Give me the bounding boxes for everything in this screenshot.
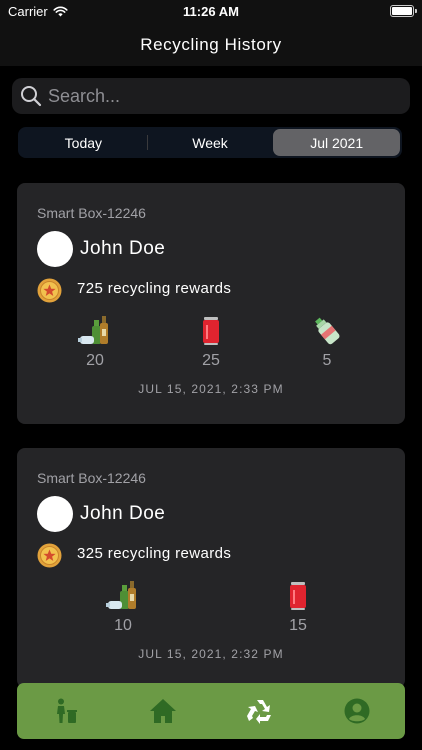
plastic-bottle-icon bbox=[315, 317, 340, 345]
segment-month[interactable]: Jul 2021 bbox=[273, 129, 401, 156]
clock: 11:26 AM bbox=[183, 4, 239, 19]
recycled-item: 10 bbox=[93, 581, 153, 635]
recycled-item: 5 bbox=[297, 316, 357, 370]
smart-box-id: Smart Box-12246 bbox=[37, 205, 146, 221]
profile-icon bbox=[344, 698, 369, 724]
nav-bar: Recycling History bbox=[0, 24, 422, 66]
avatar bbox=[37, 231, 73, 267]
search-input[interactable] bbox=[42, 78, 410, 114]
avatar bbox=[37, 496, 73, 532]
status-bar: Carrier 11:26 AM bbox=[0, 0, 422, 24]
recycle-icon bbox=[246, 700, 271, 724]
recycled-item: 25 bbox=[181, 316, 241, 370]
reward-coin-icon bbox=[37, 278, 62, 303]
segment-week[interactable]: Week bbox=[146, 129, 274, 156]
item-count: 25 bbox=[202, 352, 220, 369]
reward-coin-icon bbox=[37, 543, 62, 568]
person-trash-icon bbox=[56, 698, 77, 723]
user-name: John Doe bbox=[80, 238, 166, 259]
item-count: 15 bbox=[289, 617, 307, 634]
item-count: 10 bbox=[114, 617, 132, 634]
history-card[interactable]: Smart Box-12246 John Doe 725 recycling r… bbox=[17, 183, 405, 424]
period-segmented-control[interactable]: Today Week Jul 2021 bbox=[18, 127, 402, 158]
item-count: 5 bbox=[322, 352, 332, 369]
search-icon bbox=[21, 86, 42, 107]
tab-bar bbox=[17, 683, 405, 739]
tab-home[interactable] bbox=[138, 691, 188, 731]
glass-bottles-icon bbox=[78, 316, 108, 344]
timestamp: JUL 15, 2021, 2:33 PM bbox=[138, 382, 284, 396]
smart-box-id: Smart Box-12246 bbox=[37, 470, 146, 486]
history-card[interactable]: Smart Box-12246 John Doe 325 recycling r… bbox=[17, 448, 405, 688]
rewards-text: 325 recycling rewards bbox=[77, 545, 232, 562]
recycled-item: 20 bbox=[65, 316, 125, 370]
tab-profile[interactable] bbox=[332, 691, 382, 731]
timestamp: JUL 15, 2021, 2:32 PM bbox=[138, 647, 284, 661]
tab-disposal[interactable] bbox=[41, 691, 91, 731]
home-icon bbox=[149, 699, 176, 723]
can-icon bbox=[290, 582, 306, 610]
page-title: Recycling History bbox=[140, 35, 282, 54]
tab-recycle[interactable] bbox=[235, 691, 285, 731]
rewards-text: 725 recycling rewards bbox=[77, 280, 232, 297]
segment-today[interactable]: Today bbox=[20, 129, 147, 156]
recycled-item: 15 bbox=[268, 581, 328, 635]
glass-bottles-icon bbox=[106, 581, 136, 609]
item-count: 20 bbox=[86, 352, 104, 369]
user-name: John Doe bbox=[80, 503, 166, 524]
search-bar[interactable] bbox=[12, 78, 410, 114]
battery-icon bbox=[390, 5, 417, 17]
can-icon bbox=[203, 317, 219, 345]
